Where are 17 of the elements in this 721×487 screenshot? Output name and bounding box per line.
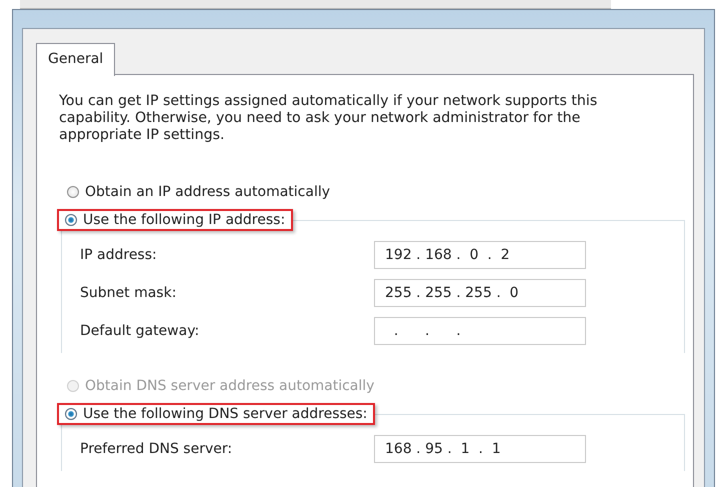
radio-button[interactable] [65,214,77,226]
radio-option[interactable]: Obtain an IP address automatically [59,182,338,202]
field-label: Subnet mask: [80,285,176,301]
field-label: IP address: [80,247,157,263]
radio-button[interactable] [67,186,79,198]
ip-address-field[interactable]: . . . [374,317,586,345]
radio-option: Obtain DNS server address automatically [59,376,382,396]
radio-option[interactable]: Use the following DNS server addresses: [59,405,374,423]
radio-button[interactable] [65,408,77,420]
field-label: Default gateway: [80,323,200,339]
radio-option[interactable]: Use the following IP address: [59,211,292,229]
tab[interactable]: General [36,43,116,76]
field-label: Preferred DNS server: [80,441,232,457]
ip-address-field[interactable]: 168 . 95 . 1 . 1 [374,435,586,463]
ip-address-field[interactable]: 255 . 255 . 255 . 0 [374,279,586,307]
description-text: You can get IP settings assigned automatically if your network supports this capability. Otherwise, you need to ask your network administrator for the appropriate IP settings. [59,93,598,144]
ip-address-field[interactable]: 192 . 168 . 0 . 2 [374,241,586,269]
